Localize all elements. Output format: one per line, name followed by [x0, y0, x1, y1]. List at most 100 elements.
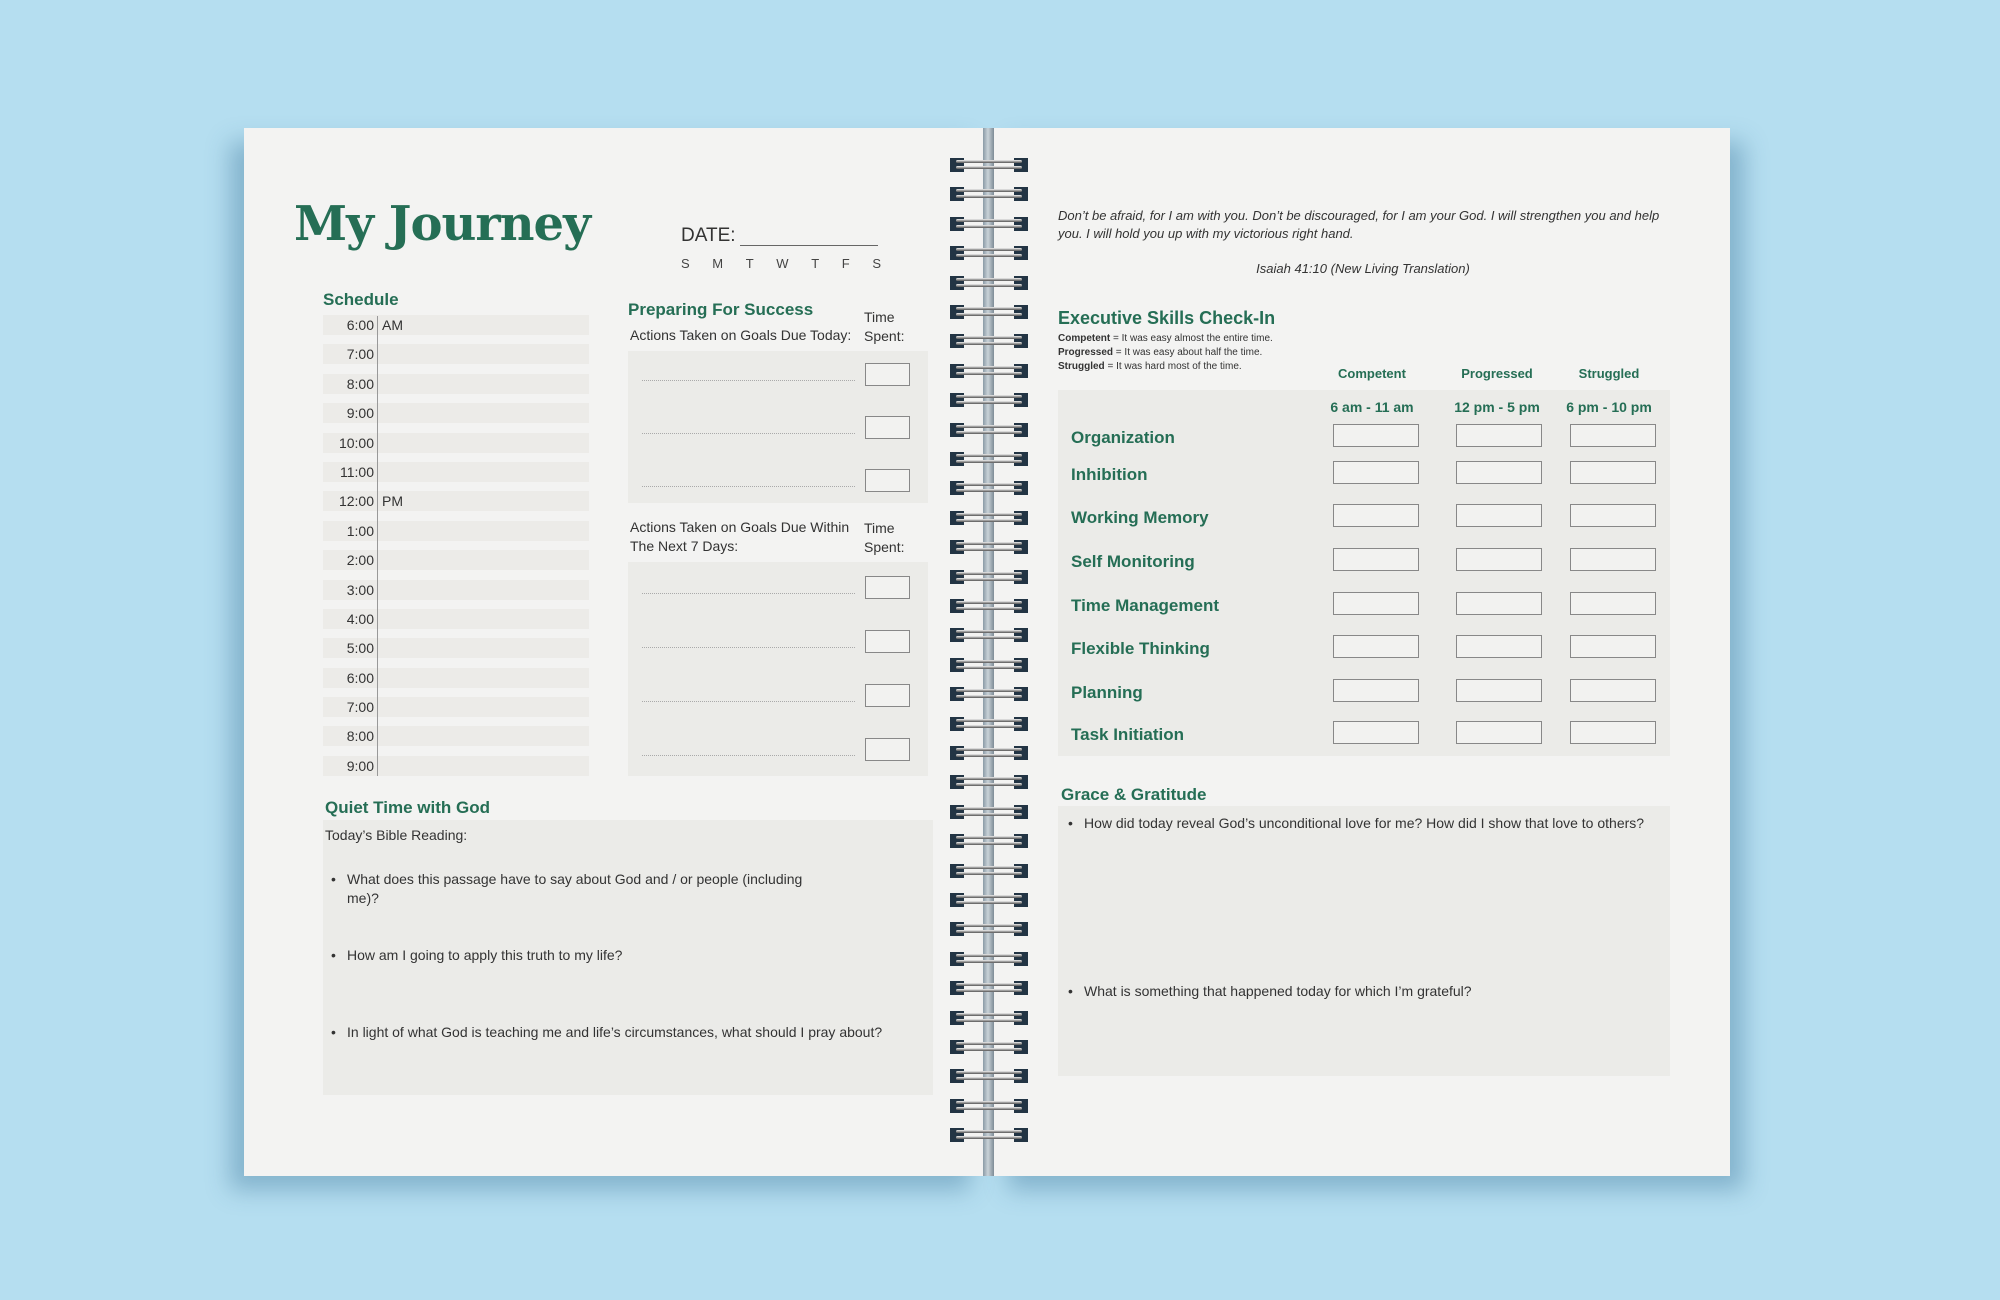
schedule-period: AM [382, 317, 403, 333]
binding-ring [950, 804, 1028, 819]
skill-rating-box[interactable] [1456, 679, 1542, 702]
skill-rating-box[interactable] [1570, 461, 1656, 484]
schedule-time: 3:00 [346, 581, 374, 598]
weekday-mon[interactable]: M [712, 256, 723, 271]
weekday-sat[interactable]: S [872, 256, 881, 271]
time-spent-box[interactable] [865, 630, 910, 653]
schedule-row[interactable]: 12:00 PM [323, 491, 589, 512]
schedule-time: 11:00 [340, 463, 374, 480]
binding-ring [950, 569, 1028, 584]
schedule-row[interactable]: 8:00 [323, 373, 589, 394]
skill-rating-box[interactable] [1570, 504, 1656, 527]
time-spent-box[interactable] [865, 469, 910, 492]
time-spent-box[interactable] [865, 738, 910, 761]
skill-rating-box[interactable] [1333, 679, 1419, 702]
rating-header: Progressed [1461, 366, 1533, 381]
gratitude-panel[interactable]: How did today reveal God’s unconditional… [1058, 806, 1670, 1076]
schedule-time: 6:00 [346, 317, 374, 333]
binding-ring [950, 1069, 1028, 1084]
skill-rating-box[interactable] [1570, 635, 1656, 658]
skill-rating-box[interactable] [1456, 504, 1542, 527]
preparing-heading: Preparing For Success [628, 300, 814, 319]
schedule-row[interactable]: 4:00 [323, 608, 589, 629]
quiet-question: In light of what God is teaching me and … [331, 1023, 927, 1042]
schedule-row[interactable]: 10:00 [323, 432, 589, 453]
skill-rating-box[interactable] [1333, 548, 1419, 571]
skill-rating-box[interactable] [1456, 592, 1542, 615]
weekday-thu[interactable]: T [811, 256, 819, 271]
schedule-row[interactable]: 6:00 AM [323, 315, 589, 335]
weekday-tue[interactable]: T [746, 256, 754, 271]
goal-entry-line[interactable] [642, 755, 855, 756]
time-slot-header: 6 pm - 10 pm [1566, 399, 1652, 415]
schedule-time: 10:00 [338, 434, 374, 451]
time-slot-header: 12 pm - 5 pm [1454, 399, 1540, 415]
skill-rating-box[interactable] [1333, 461, 1419, 484]
schedule-row[interactable]: 5:00 [323, 638, 589, 659]
schedule-row[interactable]: 1:00 [323, 520, 589, 541]
time-spent-box[interactable] [865, 363, 910, 386]
schedule-row[interactable]: 2:00 [323, 550, 589, 571]
schedule-row[interactable]: 7:00 [323, 344, 589, 365]
skill-rating-box[interactable] [1333, 504, 1419, 527]
skill-label: Flexible Thinking [1071, 639, 1210, 658]
date-field[interactable] [740, 245, 878, 246]
schedule-time: 12:00 [338, 493, 374, 510]
bible-reading-label: Today’s Bible Reading: [325, 827, 468, 843]
goal-entry-line[interactable] [642, 433, 855, 434]
skill-rating-box[interactable] [1456, 424, 1542, 447]
binding-ring [950, 540, 1028, 555]
skill-rating-box[interactable] [1570, 721, 1656, 744]
schedule-heading: Schedule [323, 290, 399, 309]
skill-rating-box[interactable] [1570, 592, 1656, 615]
skill-rating-box[interactable] [1456, 548, 1542, 571]
schedule-row[interactable]: 11:00 [323, 461, 589, 482]
goal-entry-line[interactable] [642, 486, 855, 487]
binding-ring [950, 687, 1028, 702]
binding-ring [950, 1040, 1028, 1054]
goal-entry-line[interactable] [642, 380, 855, 381]
schedule-row[interactable]: 7:00 [323, 697, 589, 718]
weekday-selector: S M T W T F S [681, 256, 881, 271]
quiet-time-panel[interactable]: Today’s Bible Reading: What does this pa… [323, 820, 933, 1095]
time-spent-box[interactable] [865, 576, 910, 599]
skill-rating-box[interactable] [1333, 424, 1419, 447]
binding-ring [950, 246, 1028, 261]
skill-label: Time Management [1071, 596, 1220, 615]
skill-rating-box[interactable] [1570, 548, 1656, 571]
gratitude-heading: Grace & Gratitude [1061, 785, 1207, 804]
binding-ring [950, 657, 1028, 672]
goal-entry-line[interactable] [642, 593, 855, 594]
schedule-row[interactable]: 9:00 [323, 755, 589, 776]
goal-entry-line[interactable] [642, 647, 855, 648]
binding-ring [950, 922, 1028, 937]
skill-rating-box[interactable] [1456, 461, 1542, 484]
weekday-sun[interactable]: S [681, 256, 690, 271]
quiet-question: What does this passage have to say about… [331, 870, 837, 908]
binding-ring [950, 158, 1028, 172]
legend-item: Progressed = It was easy about half the … [1058, 347, 1263, 358]
schedule-row[interactable]: 8:00 [323, 726, 589, 747]
weekday-fri[interactable]: F [842, 256, 850, 271]
skill-rating-box[interactable] [1333, 592, 1419, 615]
time-spent-box[interactable] [865, 416, 910, 439]
rating-header: Struggled [1578, 366, 1640, 381]
binding-ring [950, 951, 1028, 966]
time-spent-label: Time Spent: [864, 309, 905, 344]
goals-today-panel [628, 351, 928, 503]
skill-rating-box[interactable] [1456, 635, 1542, 658]
schedule-row[interactable]: 3:00 [323, 579, 589, 600]
skill-rating-box[interactable] [1333, 635, 1419, 658]
weekday-wed[interactable]: W [776, 256, 788, 271]
time-spent-box[interactable] [865, 684, 910, 707]
schedule-row[interactable]: 6:00 [323, 667, 589, 688]
skill-rating-box[interactable] [1333, 721, 1419, 744]
binding-ring [950, 628, 1028, 643]
binding-ring [950, 187, 1028, 202]
skill-rating-box[interactable] [1570, 424, 1656, 447]
skill-rating-box[interactable] [1570, 679, 1656, 702]
skill-rating-box[interactable] [1456, 721, 1542, 744]
goal-entry-line[interactable] [642, 701, 855, 702]
binding-ring [950, 334, 1028, 349]
schedule-row[interactable]: 9:00 [323, 403, 589, 424]
